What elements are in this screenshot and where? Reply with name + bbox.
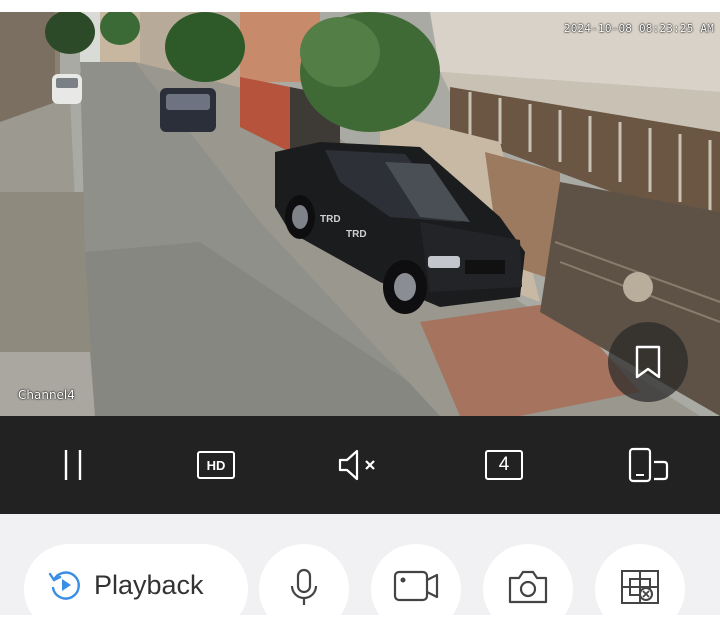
playback-icon xyxy=(48,571,80,600)
talk-button[interactable] xyxy=(259,544,349,634)
playback-button[interactable]: Playback xyxy=(24,544,248,634)
speaker-muted-icon xyxy=(338,449,375,481)
ptz-icon xyxy=(621,570,659,604)
bookmark-icon xyxy=(635,345,661,379)
truck-decal-2: TRD xyxy=(346,229,367,240)
mute-audio-button[interactable] xyxy=(333,442,385,488)
record-video-button[interactable] xyxy=(371,544,461,634)
rotate-screen-icon xyxy=(628,447,669,483)
playback-control-bar: HD 4 xyxy=(0,416,720,514)
microphone-icon xyxy=(290,568,318,605)
hd-badge: HD xyxy=(197,451,235,479)
bookmark-button[interactable] xyxy=(608,322,688,402)
channel-label: Channel4 xyxy=(18,388,75,402)
record-video-icon xyxy=(393,570,439,602)
live-video-view[interactable]: TRD TRD 2024-10-08 08:23:25 AM Channel4 xyxy=(0,12,720,416)
truck-decal-1: TRD xyxy=(320,214,341,225)
pause-button[interactable] xyxy=(47,442,99,488)
rotate-screen-button[interactable] xyxy=(622,442,674,488)
quality-hd-button[interactable]: HD xyxy=(190,442,242,488)
top-strip xyxy=(0,0,720,12)
action-bar: Playback xyxy=(0,514,720,634)
snapshot-button[interactable] xyxy=(483,544,573,634)
video-timestamp: 2024-10-08 08:23:25 AM xyxy=(563,22,714,35)
pause-icon xyxy=(64,450,82,480)
camera-icon xyxy=(508,570,548,604)
split-count-badge: 4 xyxy=(485,450,523,480)
split-screen-button[interactable]: 4 xyxy=(478,442,530,488)
playback-label: Playback xyxy=(94,570,204,600)
ptz-button[interactable] xyxy=(595,544,685,634)
